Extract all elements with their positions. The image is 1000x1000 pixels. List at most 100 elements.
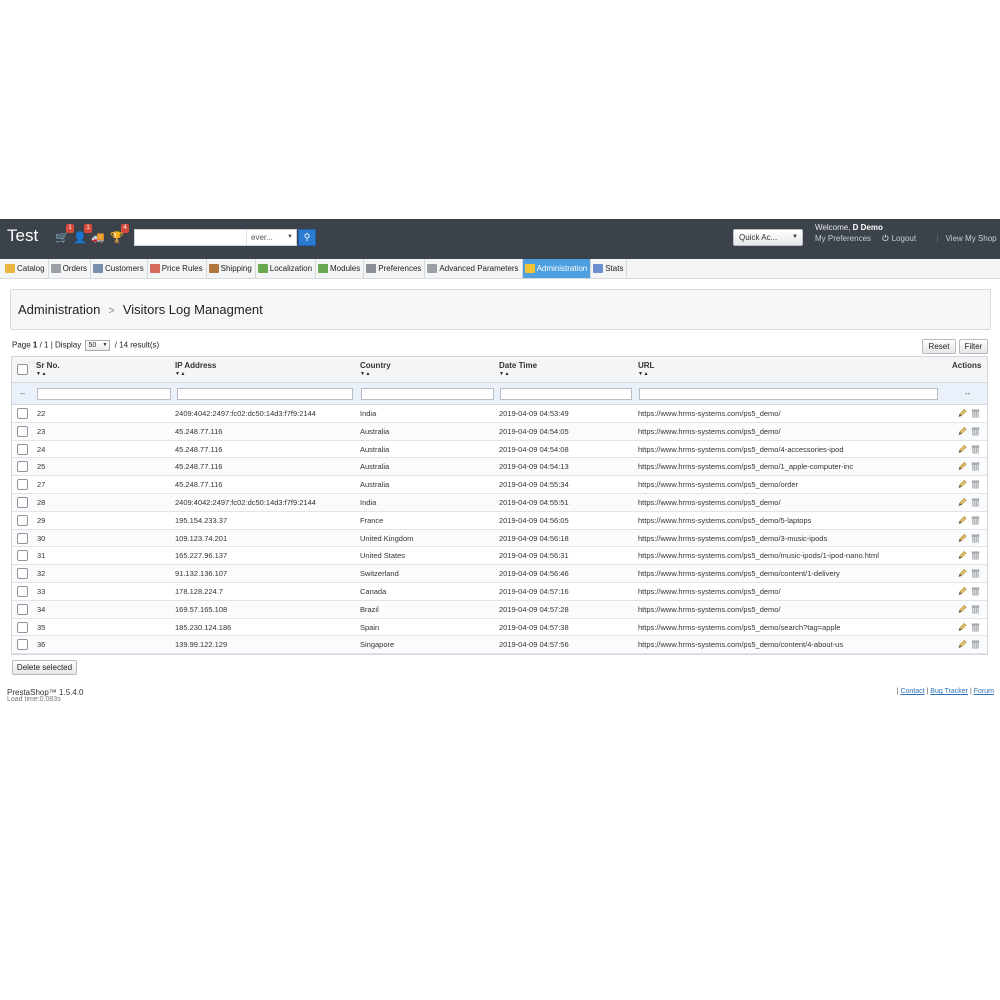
table-row[interactable]: 27 45.248.77.116 Australia 2019-04-09 04:55…: [12, 476, 987, 494]
tab-customers[interactable]: Customers: [91, 259, 148, 278]
edit-icon[interactable]: [958, 461, 967, 471]
logout-link[interactable]: ⏻ Logout: [882, 234, 925, 243]
row-checkbox[interactable]: [17, 585, 28, 597]
table-row[interactable]: 29 195.154.233.37 France 2019-04-09 04:56:0…: [12, 512, 987, 530]
row-checkbox[interactable]: [17, 621, 28, 633]
row-checkbox[interactable]: [17, 496, 28, 508]
tab-stats[interactable]: Stats: [591, 259, 628, 278]
column-header-url[interactable]: URL ▼▲: [638, 361, 654, 377]
select-all-checkbox[interactable]: [17, 364, 28, 375]
sort-arrows-icon[interactable]: ▼▲: [36, 371, 60, 377]
delete-icon[interactable]: [971, 568, 980, 578]
tab-preferences[interactable]: Preferences: [364, 259, 426, 278]
row-checkbox[interactable]: [17, 425, 28, 437]
delete-icon[interactable]: [971, 639, 980, 649]
edit-icon[interactable]: [958, 497, 967, 507]
delete-icon[interactable]: [971, 479, 980, 489]
forum-link[interactable]: Forum: [974, 688, 994, 695]
tab-shipping[interactable]: Shipping: [207, 259, 256, 278]
delete-icon[interactable]: [971, 408, 980, 418]
edit-icon[interactable]: [958, 479, 967, 489]
new-orders-notification[interactable]: 🛒 1: [55, 224, 74, 245]
tab-modules[interactable]: Modules: [316, 259, 365, 278]
row-checkbox[interactable]: [17, 550, 28, 562]
table-row[interactable]: 24 45.248.77.116 Australia 2019-04-09 04:54…: [12, 441, 987, 459]
filter-ip-input[interactable]: [177, 388, 353, 400]
delete-icon[interactable]: [971, 444, 980, 454]
edit-icon[interactable]: [958, 604, 967, 614]
row-checkbox[interactable]: [17, 408, 28, 419]
edit-icon[interactable]: [958, 533, 967, 543]
search-button[interactable]: ⚲: [298, 229, 316, 246]
table-row[interactable]: 36 139.99.122.129 Singapore 2019-04-09 04:5…: [12, 636, 987, 655]
tab-advanced-parameters[interactable]: Advanced Parameters: [425, 259, 523, 278]
table-row[interactable]: 22 2409:4042:2497:fc02:dc50:14d3:f7f9:214…: [12, 405, 987, 423]
column-header-date-time[interactable]: Date Time ▼▲: [499, 361, 537, 377]
delete-icon[interactable]: [971, 515, 980, 525]
table-row[interactable]: 34 169.57.165.108 Brazil 2019-04-09 04:57:2…: [12, 600, 987, 619]
column-header-ip-address[interactable]: IP Address ▼▲: [175, 361, 216, 377]
delete-icon[interactable]: [971, 622, 980, 632]
tab-price-rules[interactable]: Price Rules: [148, 259, 207, 278]
new-customers-notification[interactable]: 👤 1: [73, 224, 92, 245]
edit-icon[interactable]: [958, 639, 967, 649]
delete-icon[interactable]: [971, 550, 980, 560]
search-scope-select[interactable]: ever... ▼: [246, 230, 296, 245]
messages-notification[interactable]: 🏆 4: [110, 224, 129, 245]
column-header-sr-no[interactable]: Sr No. ▼▲: [36, 361, 60, 377]
page-size-select[interactable]: 50 ▼: [85, 340, 111, 351]
row-checkbox[interactable]: [17, 479, 28, 491]
edit-icon[interactable]: [958, 408, 967, 418]
table-row[interactable]: 23 45.248.77.116 Australia 2019-04-09 04:54…: [12, 422, 987, 441]
reset-button[interactable]: Reset: [922, 339, 956, 354]
edit-icon[interactable]: [958, 550, 967, 560]
filter-button[interactable]: Filter: [959, 339, 988, 354]
tab-administration[interactable]: Administration: [522, 259, 592, 278]
my-preferences-link[interactable]: My Preferences: [815, 234, 871, 243]
filter-url-input[interactable]: [639, 388, 938, 400]
edit-icon[interactable]: [958, 568, 967, 578]
delete-icon[interactable]: [971, 533, 980, 543]
delete-icon[interactable]: [971, 586, 980, 596]
row-checkbox[interactable]: [17, 532, 28, 544]
edit-icon[interactable]: [958, 444, 967, 454]
quick-access-select[interactable]: Quick Ac... ▼: [733, 229, 803, 246]
sort-arrows-icon[interactable]: ▼▲: [638, 371, 654, 377]
table-row[interactable]: 32 91.132.136.107 Switzerland 2019-04-09 04…: [12, 565, 987, 583]
view-shop-link[interactable]: View My Shop: [946, 234, 997, 243]
row-checkbox[interactable]: [17, 639, 28, 651]
bug-tracker-link[interactable]: Bug Tracker: [930, 688, 968, 695]
tab-orders[interactable]: Orders: [49, 259, 92, 278]
table-row[interactable]: 31 165.227.96.137 United States 2019-04-09 …: [12, 547, 987, 566]
filter-date-time-input[interactable]: [500, 388, 632, 400]
delete-icon[interactable]: [971, 497, 980, 507]
row-checkbox[interactable]: [17, 443, 28, 455]
delete-icon[interactable]: [971, 426, 980, 436]
table-row[interactable]: 35 185.230.124.186 Spain 2019-04-09 04:57:3…: [12, 619, 987, 637]
edit-icon[interactable]: [958, 586, 967, 596]
filter-sr-no-input[interactable]: [37, 388, 171, 400]
filter-country-input[interactable]: [361, 388, 494, 400]
breadcrumb-parent[interactable]: Administration: [18, 302, 100, 317]
table-row[interactable]: 25 45.248.77.116 Australia 2019-04-09 04:54…: [12, 458, 987, 477]
shipping-notification[interactable]: 🚚: [91, 231, 105, 245]
column-header-country[interactable]: Country ▼▲: [360, 361, 391, 377]
sort-arrows-icon[interactable]: ▼▲: [499, 371, 537, 377]
search-input[interactable]: [135, 230, 245, 245]
tab-catalog[interactable]: Catalog: [3, 259, 49, 278]
edit-icon[interactable]: [958, 622, 967, 632]
table-row[interactable]: 30 109.123.74.201 United Kingdom 2019-04-09…: [12, 529, 987, 548]
delete-selected-button[interactable]: Delete selected: [12, 660, 77, 675]
shop-name[interactable]: Test: [7, 226, 38, 246]
table-row[interactable]: 33 178.128.224.7 Canada 2019-04-09 04:57:16…: [12, 583, 987, 601]
contact-link[interactable]: Contact: [900, 688, 924, 695]
edit-icon[interactable]: [958, 426, 967, 436]
sort-arrows-icon[interactable]: ▼▲: [175, 371, 216, 377]
sort-arrows-icon[interactable]: ▼▲: [360, 371, 391, 377]
delete-icon[interactable]: [971, 604, 980, 614]
tab-localization[interactable]: Localization: [256, 259, 317, 278]
row-checkbox[interactable]: [17, 568, 28, 580]
edit-icon[interactable]: [958, 515, 967, 525]
row-checkbox[interactable]: [17, 514, 28, 526]
row-checkbox[interactable]: [17, 603, 28, 615]
